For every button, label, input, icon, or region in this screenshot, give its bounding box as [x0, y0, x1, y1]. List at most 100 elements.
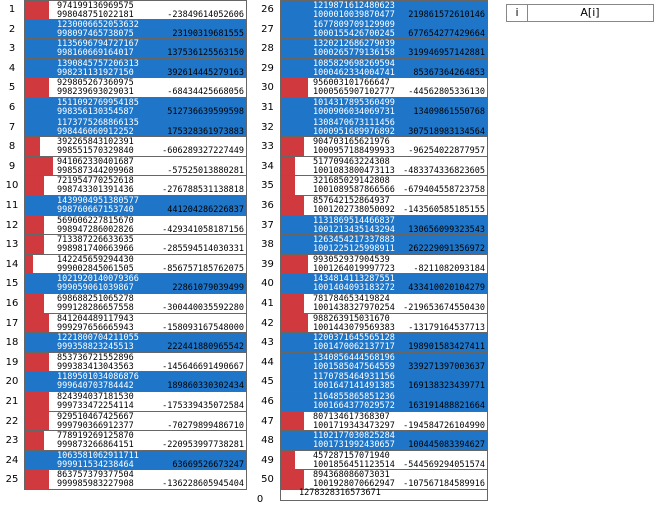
value-cell: 1164855865851236 1001664377029572 16319148… — [280, 392, 488, 412]
negative-bar — [25, 254, 33, 274]
row-index: 29 — [261, 62, 274, 74]
value-bottom: 1001470062137717 — [313, 342, 395, 353]
array-row: 11 1439904951380577 998760667153740 4412042… — [0, 196, 247, 216]
value-diff: -219653674550430 — [403, 303, 485, 313]
value-diff: -68434425668056 — [167, 87, 244, 98]
value-diff: 13409861550768 — [413, 107, 485, 117]
value-cell: 1014317895360499 1000906034069731 13409861… — [280, 98, 488, 118]
value-cell: 1131869514466837 1001213435143294 13065609… — [280, 215, 488, 236]
value-bottom: 999911534238464 — [57, 459, 134, 470]
row-index: 5 — [8, 82, 16, 94]
value-bottom: 998356130354587 — [57, 107, 134, 117]
array-row: 21 824394037181530 999733472254114 -1753394… — [0, 392, 247, 412]
value-bottom: 1001083800473113 — [313, 165, 395, 176]
negative-bar — [281, 137, 304, 156]
value-diff: 22861079039499 — [172, 283, 244, 294]
row-index: 27 — [261, 23, 274, 35]
negative-bar — [281, 156, 296, 176]
array-row: 13 713387226633635 998981740663966 -2855945… — [0, 235, 247, 255]
value-cell: 142245659294430 999002845061505 -856757185… — [24, 254, 247, 275]
row-index: 16 — [5, 298, 19, 309]
tail-index: 0 — [256, 494, 264, 505]
value-bottom: 1001731992430657 — [313, 440, 395, 451]
value-cell: 569606227815670 998947286002826 -429341058… — [24, 215, 247, 236]
value-diff: -300440035592280 — [162, 303, 244, 313]
row-index: 18 — [5, 337, 19, 349]
value-diff: -276788531138818 — [162, 185, 244, 196]
row-index: 33 — [261, 141, 274, 153]
value-diff: -194584726104990 — [403, 420, 485, 431]
negative-bar — [25, 411, 49, 431]
legend-header: i A[i] — [506, 4, 654, 22]
value-bottom: 1001202738050092 — [313, 205, 395, 215]
value-diff: 85367364264853 — [413, 67, 485, 78]
array-row: 22 929510467425667 999790366912377 -7027989… — [0, 411, 247, 432]
value-bottom: 1000265779136158 — [313, 48, 395, 59]
value-diff: -285594514030331 — [162, 244, 244, 255]
value-diff: -606289327227449 — [162, 146, 244, 157]
value-cell: 904703165621976 1000957188499933 -96254022… — [280, 137, 488, 157]
value-diff: -429341058187156 — [162, 224, 244, 235]
value-diff: 169138323439771 — [408, 381, 485, 392]
value-diff: 100445083394627 — [408, 440, 485, 451]
array-row: 18 1221800704211055 999358823245513 2224418… — [0, 333, 247, 353]
array-row: 14 142245659294430 999002845061505 -8567571… — [0, 254, 247, 275]
value-bottom: 1000951689976892 — [313, 126, 395, 137]
value-diff: -57525013880281 — [167, 165, 244, 176]
value-cell: 321685029142808 1001089587866566 -67940455… — [280, 176, 488, 196]
row-index: 38 — [261, 239, 274, 251]
array-row: 49 457287157071940 1001856451123514 -544569… — [255, 450, 488, 471]
row-index: 46 — [261, 396, 274, 407]
value-bottom: 999383413043563 — [57, 361, 134, 372]
value-diff: -23849614052606 — [167, 10, 244, 20]
value-cell: 721954770252618 998743301391436 -276788531… — [24, 176, 247, 196]
value-bottom: 1001647141491385 — [313, 381, 395, 392]
value-bottom: 999128286657558 — [57, 303, 134, 313]
value-cell: 1221800704211055 999358823245513 222441880… — [24, 333, 247, 353]
value-bottom: 999002845061505 — [57, 263, 134, 274]
array-row: 32 1308470673111456 1000951689976892 307518… — [255, 117, 488, 138]
value-diff: 163191488821664 — [408, 401, 485, 411]
value-diff: 392614445279163 — [167, 67, 244, 78]
value-diff: 219861572610146 — [408, 10, 485, 20]
array-row: 48 1102177030825284 1001731992430657 100445… — [255, 431, 488, 451]
value-bottom: 999358823245513 — [57, 342, 134, 353]
value-cell: 1102177030825284 1001731992430657 10044508… — [280, 431, 488, 451]
value-bottom: 1001443079569383 — [313, 322, 395, 333]
row-index: 4 — [8, 62, 16, 74]
row-index: 34 — [261, 160, 274, 172]
value-bottom: 998947286002826 — [57, 224, 134, 235]
value-bottom: 1000957188499933 — [313, 146, 395, 157]
array-row: 44 1340856444568196 1001585047564559 339271… — [255, 352, 488, 373]
negative-bar — [25, 470, 49, 489]
value-bottom: 999985983227908 — [57, 479, 134, 490]
array-row: 35 321685029142808 1001089587866566 -679404… — [255, 176, 488, 196]
value-cell: 517709463224308 1001083800473113 -48337433… — [280, 156, 488, 177]
array-row: 24 1063581062911711 999911534238464 6366952… — [0, 450, 247, 471]
value-cell: 1230006652053632 998097465738075 231903196… — [24, 19, 247, 40]
value-bottom: 1001213435143294 — [313, 224, 395, 235]
row-index: 28 — [261, 43, 274, 55]
row-index: 32 — [261, 121, 274, 133]
row-index: 6 — [8, 102, 16, 113]
row-index: 24 — [5, 454, 19, 466]
value-diff: 63669526673247 — [172, 459, 244, 470]
value-bottom: 1001264019997723 — [313, 263, 395, 274]
value-bottom: 1000906034069731 — [313, 107, 395, 117]
row-index: 3 — [8, 43, 16, 55]
array-row: 34 517709463224308 1001083800473113 -483374… — [255, 156, 488, 177]
array-row: 19 853736721552896 999383413043563 -1456466… — [0, 352, 247, 373]
value-bottom: 999873266864151 — [57, 440, 134, 451]
value-cell: 1511092769954185 998356130354587 512736639… — [24, 98, 247, 118]
negative-bar — [25, 313, 49, 333]
value-cell: 1340856444568196 1001585047564559 33927139… — [280, 352, 488, 373]
value-bottom: 1000462334004741 — [313, 67, 395, 78]
value-diff: -13179164537713 — [408, 322, 485, 333]
array-row: 42 988263915031670 1001443079569383 -131791… — [255, 313, 488, 334]
value-bottom: 1000155426700245 — [313, 28, 395, 39]
value-diff: 189860330302434 — [167, 381, 244, 392]
index-header: i — [507, 5, 528, 21]
value-bottom: 1001585047564559 — [313, 361, 395, 372]
row-index: 25 — [5, 474, 19, 486]
row-index: 31 — [261, 102, 274, 113]
